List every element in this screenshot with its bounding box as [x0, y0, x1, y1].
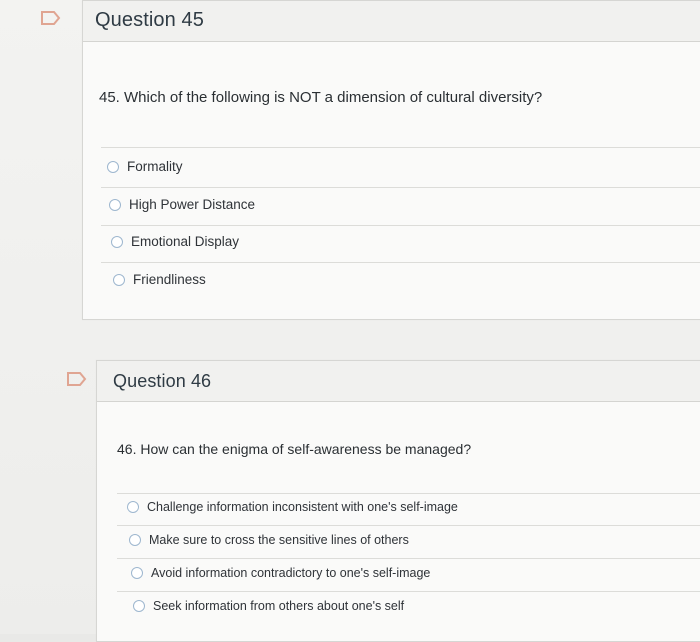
radio-button-icon[interactable] — [131, 567, 143, 579]
answer-option[interactable]: Make sure to cross the sensitive lines o… — [129, 533, 409, 547]
answer-label: Make sure to cross the sensitive lines o… — [149, 533, 409, 547]
answer-option[interactable]: Avoid information contradictory to one's… — [131, 566, 430, 580]
question-text: 46. How can the enigma of self-awareness… — [117, 441, 472, 457]
divider — [117, 525, 700, 526]
question-card-46: Question 46 46. How can the enigma of se… — [96, 360, 700, 642]
divider — [101, 225, 700, 226]
answer-label: Avoid information contradictory to one's… — [151, 566, 431, 580]
answer-option[interactable]: Formality — [107, 159, 183, 174]
divider — [117, 591, 700, 592]
radio-button-icon[interactable] — [107, 160, 119, 173]
answer-label: High Power Distance — [129, 197, 256, 212]
divider — [117, 493, 700, 494]
radio-button-icon[interactable] — [127, 501, 139, 513]
flag-question-icon[interactable] — [40, 10, 62, 26]
question-title: Question 46 — [113, 371, 212, 391]
answer-label: Seek information from others about one's… — [153, 599, 405, 613]
radio-button-icon[interactable] — [113, 273, 125, 286]
answer-label: Formality — [127, 159, 183, 174]
question-card-45: Question 45 45. Which of the following i… — [82, 0, 700, 320]
quiz-page: Question 45 45. Which of the following i… — [0, 0, 700, 642]
flag-question-icon[interactable] — [66, 371, 88, 387]
answer-label: Emotional Display — [131, 234, 240, 249]
radio-button-icon[interactable] — [109, 198, 121, 211]
answer-label: Friendliness — [133, 272, 206, 287]
answer-option[interactable]: Challenge information inconsistent with … — [127, 500, 458, 514]
divider — [101, 147, 700, 148]
answer-label: Challenge information inconsistent with … — [147, 500, 458, 514]
radio-button-icon[interactable] — [133, 600, 145, 612]
question-text: 45. Which of the following is NOT a dime… — [99, 89, 543, 106]
divider — [117, 558, 700, 559]
question-title: Question 45 — [95, 9, 204, 31]
radio-button-icon[interactable] — [111, 235, 123, 248]
answer-option[interactable]: Emotional Display — [111, 234, 239, 249]
divider — [101, 262, 700, 263]
divider — [101, 187, 700, 188]
answer-option[interactable]: High Power Distance — [109, 197, 255, 212]
answer-option[interactable]: Friendliness — [113, 272, 206, 287]
radio-button-icon[interactable] — [129, 534, 141, 546]
answer-option[interactable]: Seek information from others about one's… — [133, 599, 404, 613]
